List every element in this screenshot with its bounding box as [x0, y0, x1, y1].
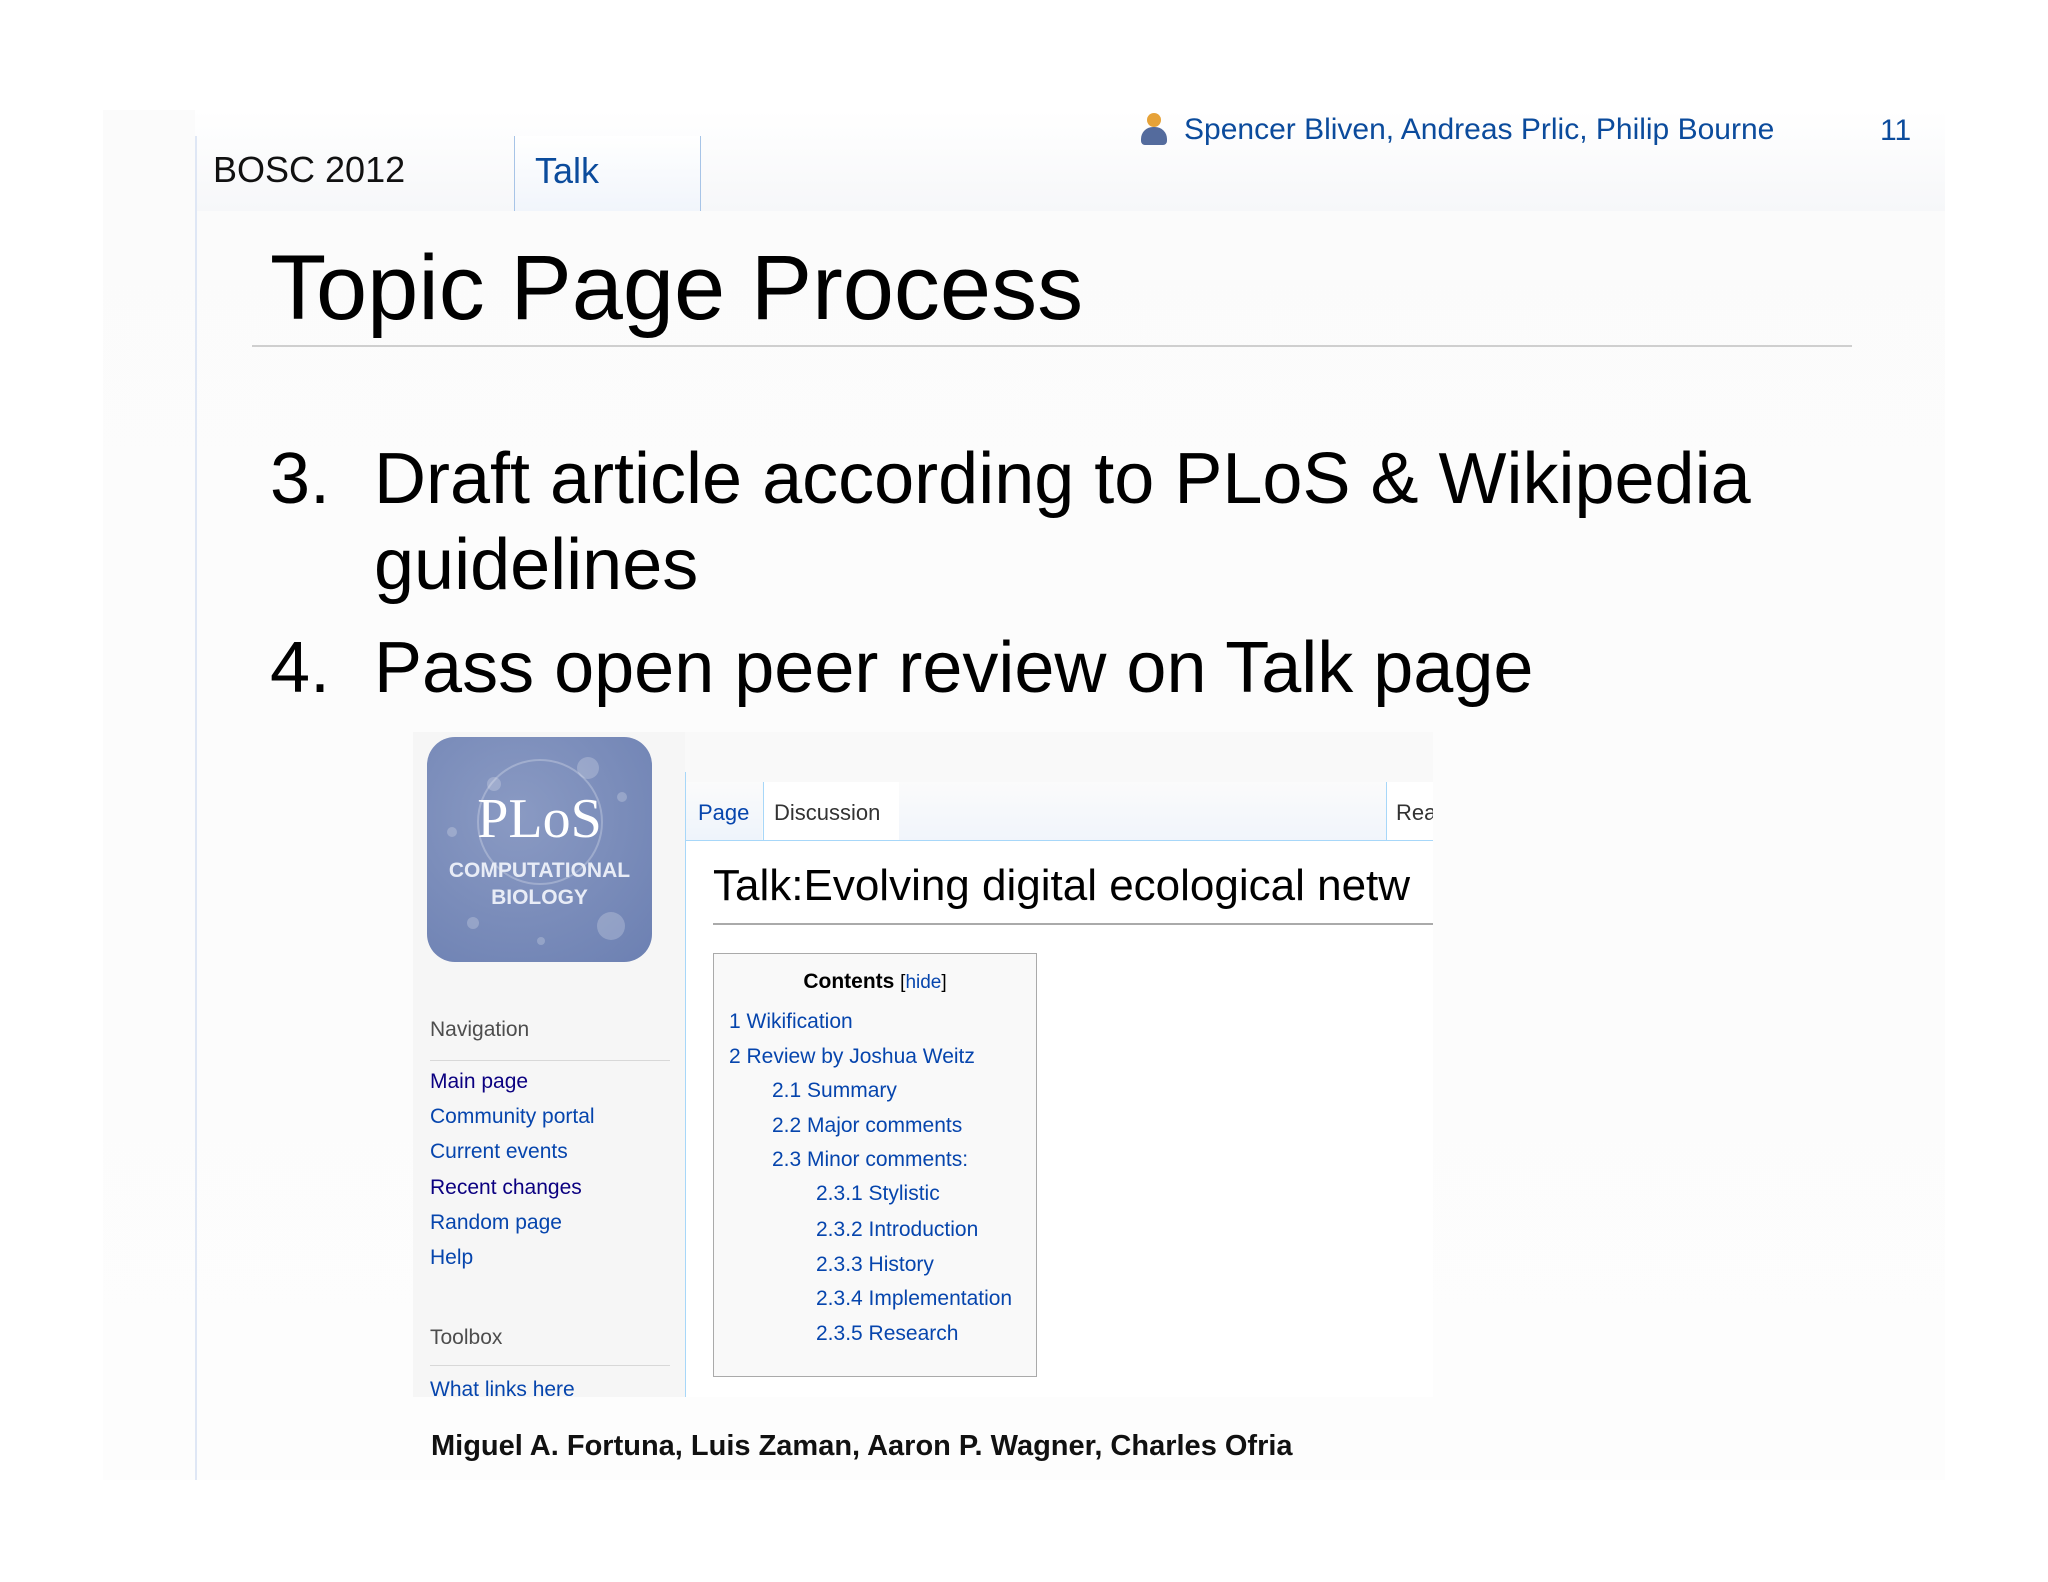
toc-item[interactable]: 2.3.4 Implementation [816, 1287, 1012, 1311]
wiki-main-content: Talk:Evolving digital ecological netw Co… [686, 840, 1433, 1397]
plos-logo: PLoS COMPUTATIONAL BIOLOGY [427, 737, 652, 962]
bullet-text: Pass open peer review on Talk page [374, 628, 1534, 708]
toc-item[interactable]: 1 Wikification [729, 1010, 853, 1034]
wiki-sidebar: PLoS COMPUTATIONAL BIOLOGY Navigation Ma… [413, 732, 685, 1397]
sidebar-item-what-links-here[interactable]: What links here [430, 1378, 575, 1397]
table-of-contents: Contents [hide] 1 Wikification 2 Review … [713, 953, 1037, 1377]
title-divider [252, 345, 1852, 347]
toc-item[interactable]: 2.3.5 Research [816, 1322, 958, 1346]
tab-discussion[interactable]: Discussion [763, 782, 900, 840]
plos-logo-subtitle: COMPUTATIONAL BIOLOGY [448, 859, 631, 909]
sidebar-item-community-portal[interactable]: Community portal [430, 1105, 595, 1129]
slide-title: Topic Page Process [270, 237, 1084, 339]
slide-left-rule [195, 136, 197, 1480]
authors-text: Spencer Bliven, Andreas Prlic, Philip Bo… [1184, 113, 1775, 146]
toc-item[interactable]: 2.1 Summary [772, 1079, 897, 1103]
tab-edit[interactable]: E [1424, 782, 1433, 840]
toolbox-heading: Toolbox [430, 1326, 503, 1349]
page-number: 11 [1880, 114, 1912, 147]
plos-logo-name: PLoS [477, 788, 602, 850]
sidebar-item-main-page[interactable]: Main page [430, 1070, 528, 1094]
bullet-text-continued: guidelines [374, 525, 699, 605]
tabs-spacer [899, 782, 1387, 840]
screenshot-caption: Miguel A. Fortuna, Luis Zaman, Aaron P. … [431, 1430, 1293, 1462]
toc-item[interactable]: 2.3.1 Stylistic [816, 1182, 940, 1206]
wiki-tabs: Page Discussion Read E [686, 782, 1433, 840]
sidebar-item-recent-changes[interactable]: Recent changes [430, 1176, 582, 1200]
toc-item[interactable]: 2.3.2 Introduction [816, 1218, 978, 1242]
bullet-number: 4. [270, 628, 331, 708]
sidebar-item-help[interactable]: Help [430, 1246, 473, 1270]
tab-talk[interactable]: Talk [514, 136, 701, 211]
toc-item[interactable]: 2 Review by Joshua Weitz [729, 1045, 975, 1069]
toc-item[interactable]: 2.3.3 History [816, 1253, 934, 1277]
toc-title: Contents [hide] [803, 970, 947, 993]
toc-hide-link[interactable]: hide [905, 972, 941, 993]
user-icon [1140, 113, 1168, 147]
sidebar-item-current-events[interactable]: Current events [430, 1140, 568, 1164]
sidebar-item-random-page[interactable]: Random page [430, 1211, 562, 1235]
toc-item[interactable]: 2.2 Major comments [772, 1114, 962, 1138]
toolbox-divider [430, 1365, 670, 1366]
wiki-title-divider [713, 923, 1433, 925]
wiki-page-title: Talk:Evolving digital ecological netw [713, 861, 1411, 910]
tab-page[interactable]: Page [686, 782, 762, 840]
authors-link[interactable]: Spencer Bliven, Andreas Prlic, Philip Bo… [1140, 110, 1774, 150]
tab-talk-label: Talk [535, 150, 600, 191]
toc-item[interactable]: 2.3 Minor comments: [772, 1148, 968, 1172]
wiki-screenshot: PLoS COMPUTATIONAL BIOLOGY Navigation Ma… [413, 732, 1433, 1397]
bullet-number: 3. [270, 439, 331, 519]
navigation-heading: Navigation [430, 1018, 530, 1041]
conference-label: BOSC 2012 [213, 149, 406, 190]
bullet-text: Draft article according to PLoS & Wikipe… [374, 439, 1751, 519]
navigation-divider [430, 1060, 670, 1061]
